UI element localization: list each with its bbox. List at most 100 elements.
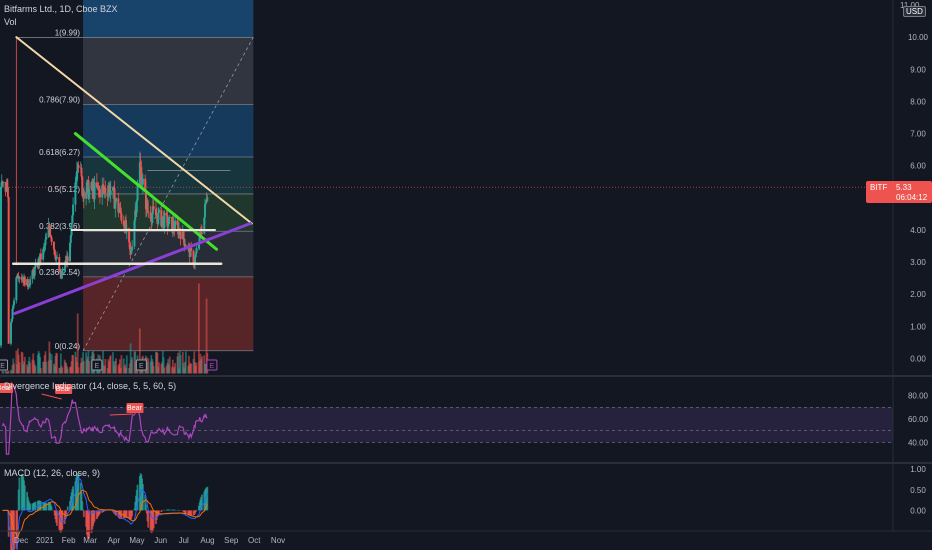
macd-histogram-bar bbox=[50, 506, 53, 511]
volume-bar bbox=[109, 355, 112, 374]
fib-level-label: 0(0.24) bbox=[55, 342, 81, 351]
currency-button[interactable]: USD bbox=[903, 6, 926, 17]
volume-bar bbox=[13, 363, 15, 374]
candle-body bbox=[45, 236, 48, 240]
candle-body bbox=[182, 230, 185, 239]
earnings-event-label: E bbox=[0, 363, 5, 370]
last-price-value: 5.33 bbox=[896, 183, 912, 192]
volume-bar bbox=[104, 359, 107, 374]
price-axis-tick: 2.00 bbox=[910, 290, 926, 299]
volume-bar bbox=[2, 371, 5, 374]
rsi-axis-tick: 40.00 bbox=[908, 438, 929, 447]
candle-body bbox=[190, 247, 193, 251]
symbol-title: Bitfarms Ltd., 1D, Cboe BZX bbox=[4, 4, 118, 14]
candle-body bbox=[131, 246, 134, 251]
time-axis-tick: Jul bbox=[179, 536, 189, 545]
volume-bar bbox=[39, 368, 42, 374]
time-axis-tick: Sep bbox=[224, 536, 239, 545]
volume-bar bbox=[45, 362, 48, 374]
fib-zone bbox=[83, 37, 254, 105]
candle-body bbox=[158, 209, 161, 213]
macd-histogram-bar bbox=[131, 510, 134, 516]
macd-histogram-bar bbox=[81, 501, 84, 511]
volume-bar bbox=[163, 367, 166, 374]
candle-body bbox=[9, 322, 12, 344]
fib-level-label: 0.786(7.90) bbox=[39, 96, 80, 105]
candle-body bbox=[0, 187, 2, 346]
candle-body bbox=[23, 276, 26, 286]
volume-bar bbox=[76, 313, 79, 374]
candle-body bbox=[77, 165, 80, 168]
time-axis-tick: Dec bbox=[14, 536, 28, 545]
candle-body bbox=[109, 190, 112, 195]
candle-body bbox=[88, 188, 91, 199]
candle-body bbox=[7, 197, 10, 344]
price-axis-tick: 6.00 bbox=[910, 162, 926, 171]
macd-histogram-bar bbox=[152, 510, 155, 529]
candle-body bbox=[168, 216, 171, 218]
rsi-axis-tick: 60.00 bbox=[908, 415, 929, 424]
bar-countdown: 06:04:12 bbox=[896, 193, 928, 202]
candle-body bbox=[200, 232, 203, 234]
candle-body bbox=[55, 257, 58, 258]
price-chart[interactable]: 1(9.99)0.786(7.90)0.618(6.27)0.5(5.12)0.… bbox=[0, 0, 932, 550]
volume-bar bbox=[88, 361, 91, 374]
volume-bar bbox=[23, 356, 26, 374]
volume-bar bbox=[66, 368, 69, 374]
volume-bar bbox=[147, 358, 150, 374]
price-axis-tick: 10.00 bbox=[908, 33, 929, 42]
macd-axis-tick: 1.00 bbox=[910, 465, 926, 474]
volume-bar bbox=[34, 366, 37, 374]
price-axis-tick: 3.00 bbox=[910, 258, 926, 267]
volume-bar bbox=[131, 357, 134, 374]
volume-bar bbox=[18, 362, 21, 374]
candle-body bbox=[93, 182, 96, 200]
macd-histogram-bar bbox=[45, 502, 48, 511]
fib-zone bbox=[83, 276, 254, 351]
time-axis-tick: Feb bbox=[62, 536, 76, 545]
last-price-marker: BITF 5.33 06:04:12 bbox=[866, 181, 932, 203]
macd-axis-tick: 0.00 bbox=[910, 506, 926, 515]
macd-histogram-bar bbox=[168, 509, 171, 511]
time-axis-tick: Oct bbox=[248, 536, 261, 545]
rsi-axis-tick: 80.00 bbox=[908, 392, 929, 401]
macd-histogram-bar bbox=[88, 510, 91, 538]
candle-body bbox=[163, 212, 166, 228]
volume-label: Vol bbox=[4, 17, 17, 27]
price-axis-tick: 1.00 bbox=[910, 322, 926, 331]
volume-bar bbox=[184, 351, 187, 374]
candle-body bbox=[61, 270, 64, 275]
candle-body bbox=[184, 245, 187, 247]
candle-body bbox=[80, 167, 83, 177]
volume-bar bbox=[7, 371, 10, 374]
volume-bar bbox=[29, 362, 32, 374]
price-axis-tick: 8.00 bbox=[910, 97, 926, 106]
candle-body bbox=[115, 198, 118, 202]
candle-body bbox=[206, 197, 209, 201]
fib-level-label: 1(9.99) bbox=[55, 28, 81, 37]
earnings-event-label: E bbox=[210, 363, 215, 370]
macd-label: MACD (12, 26, close, 9) bbox=[4, 468, 101, 478]
price-axis-tick: 0.00 bbox=[910, 355, 926, 364]
candle-body bbox=[179, 232, 182, 240]
candle-body bbox=[2, 181, 5, 183]
volume-bar bbox=[158, 362, 160, 374]
macd-histogram-bar bbox=[82, 509, 84, 511]
volume-bar bbox=[168, 356, 171, 374]
candle-body bbox=[18, 277, 21, 279]
macd-histogram-bar bbox=[195, 509, 198, 511]
macd-histogram-bar bbox=[18, 477, 21, 511]
volume-bar bbox=[125, 355, 128, 374]
candle-body bbox=[82, 190, 85, 199]
volume-bar bbox=[82, 360, 85, 374]
candle-body bbox=[15, 277, 18, 301]
macd-histogram-bar bbox=[66, 506, 69, 511]
time-axis-tick: Nov bbox=[271, 536, 285, 545]
candle-body bbox=[74, 182, 77, 205]
volume-bar bbox=[174, 363, 177, 374]
candle-body bbox=[152, 206, 155, 210]
candle-body bbox=[104, 187, 107, 194]
macd-histogram-bar bbox=[190, 510, 193, 516]
candle-body bbox=[50, 237, 53, 242]
time-axis-tick: Apr bbox=[108, 536, 121, 545]
